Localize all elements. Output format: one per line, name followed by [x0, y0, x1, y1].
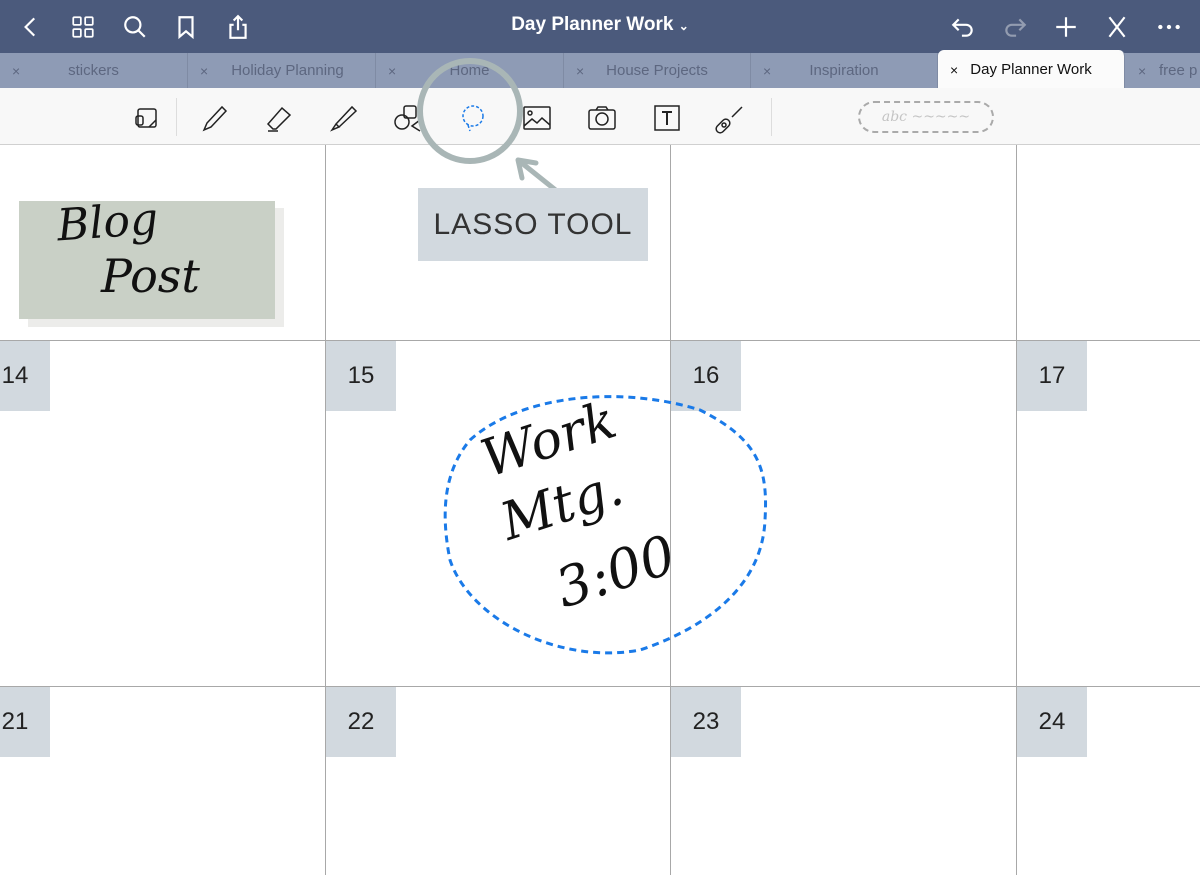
day-label: 14: [0, 341, 50, 411]
day-label: 24: [1017, 687, 1087, 757]
more-icon[interactable]: [1154, 12, 1184, 42]
divider: [1016, 145, 1017, 875]
lasso-tool-callout: LASSO TOOL: [418, 188, 648, 261]
tab-holiday-planning[interactable]: × Holiday Planning: [188, 53, 376, 88]
note-text: 3:00: [548, 522, 684, 621]
blog-post-sticker[interactable]: Blog Post: [19, 194, 284, 327]
laser-pointer-icon[interactable]: [715, 102, 747, 134]
tab-inspiration[interactable]: × Inspiration: [751, 53, 938, 88]
tab-day-planner-work[interactable]: × Day Planner Work: [938, 50, 1125, 88]
day-label: 17: [1017, 341, 1087, 411]
divider: [325, 145, 326, 875]
divider: [771, 98, 772, 136]
tab-house-projects[interactable]: × House Projects: [564, 53, 751, 88]
pen-off-icon[interactable]: [1102, 12, 1132, 42]
sticker-text: Blog: [55, 193, 160, 252]
undo-icon[interactable]: [948, 12, 978, 42]
handwritten-note[interactable]: Work Mtg. 3:00: [470, 390, 750, 630]
shapes-icon[interactable]: [392, 102, 424, 134]
day-label: 16: [671, 341, 741, 411]
chevron-down-icon: ⌄: [678, 19, 689, 33]
day-label: 21: [0, 687, 50, 757]
tab-home[interactable]: × Home: [376, 53, 564, 88]
eraser-icon[interactable]: [264, 102, 296, 134]
highlighter-icon[interactable]: [328, 102, 360, 134]
pen-icon[interactable]: [200, 102, 232, 134]
text-box-icon[interactable]: [651, 102, 683, 134]
redo-icon[interactable]: [1000, 12, 1030, 42]
tab-bar: × stickers × Holiday Planning × Home × House…: [0, 50, 1200, 88]
divider: [176, 98, 177, 136]
image-icon[interactable]: [521, 102, 553, 134]
sticker-text: Post: [101, 249, 200, 303]
plus-icon[interactable]: [1051, 12, 1081, 42]
handwriting-recognition-field[interactable]: abc ~~~~~: [858, 101, 994, 133]
day-label: 15: [326, 341, 396, 411]
tab-free-p[interactable]: × free p: [1126, 53, 1200, 88]
read-mode-icon[interactable]: [131, 102, 163, 134]
close-icon[interactable]: ×: [1138, 53, 1146, 89]
top-bar: Day Planner Work ⌄: [0, 0, 1200, 53]
day-label: 22: [326, 687, 396, 757]
tool-bar: abc ~~~~~: [0, 88, 1200, 145]
camera-icon[interactable]: [586, 102, 618, 134]
day-label: 23: [671, 687, 741, 757]
lasso-icon[interactable]: [456, 102, 488, 134]
tab-stickers[interactable]: × stickers: [0, 53, 188, 88]
